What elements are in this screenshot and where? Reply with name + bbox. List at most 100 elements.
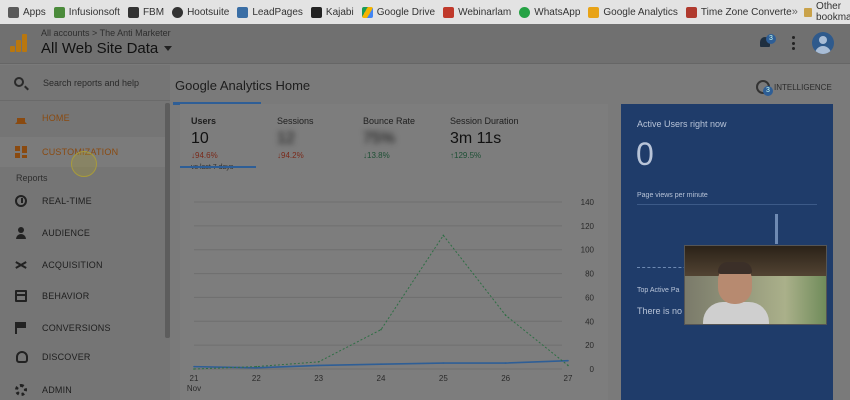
sidebar-item-real-time[interactable]: REAL-TIME xyxy=(0,186,165,216)
data-point[interactable] xyxy=(380,363,382,366)
metric-users[interactable]: Users 10 ↓94.6% vs last 7 days xyxy=(191,116,233,171)
x-tick-label: 24 xyxy=(377,374,386,383)
metric-delta: ↓94.2% xyxy=(277,151,304,160)
data-point[interactable] xyxy=(193,368,195,370)
x-tick-sublabel: Nov xyxy=(187,384,201,393)
bookmarks-bar: Apps Infusionsoft FBM Hootsuite LeadPage… xyxy=(0,0,850,24)
bookmark-kajabi[interactable]: Kajabi xyxy=(310,6,354,18)
intelligence-badge: 3 xyxy=(763,86,773,96)
bookmark-fbm[interactable]: FBM xyxy=(127,6,164,18)
x-tick-label: 26 xyxy=(501,374,510,383)
bookmark-google-drive[interactable]: Google Drive xyxy=(361,6,435,18)
metric-delta-value: 129.5% xyxy=(454,151,482,160)
time-zone-icon xyxy=(685,6,697,18)
series-line-1[interactable] xyxy=(193,234,569,370)
sidebar-item-audience[interactable]: AUDIENCE xyxy=(0,218,165,248)
sidebar-item-label: REAL-TIME xyxy=(42,196,92,206)
other-bookmarks[interactable]: Other bookmarks xyxy=(803,1,850,23)
bookmark-webinarjam[interactable]: Webinarlam xyxy=(443,6,511,18)
y-tick-label: 20 xyxy=(585,341,594,350)
search-input[interactable]: Search reports and help xyxy=(43,78,139,88)
kajabi-icon xyxy=(310,6,322,18)
avatar[interactable] xyxy=(812,32,834,54)
sidebar-item-behavior[interactable]: BEHAVIOR xyxy=(0,281,165,311)
metric-bounce-rate[interactable]: Bounce Rate 75% ↓13.8% xyxy=(363,116,415,160)
caret-down-icon xyxy=(164,46,173,51)
page-views-axis xyxy=(637,204,817,205)
home-icon xyxy=(15,112,27,124)
analytics-logo-icon[interactable] xyxy=(10,34,28,52)
gear-icon xyxy=(15,384,27,396)
data-point[interactable] xyxy=(317,364,320,367)
x-tick-label: 27 xyxy=(564,374,573,383)
y-tick-label: 100 xyxy=(581,246,595,255)
data-point[interactable] xyxy=(193,365,195,368)
metric-value: 3m 11s xyxy=(450,130,502,147)
folder-icon xyxy=(803,7,813,17)
bookmark-whatsapp[interactable]: WhatsApp xyxy=(519,6,580,18)
metric-delta: ↓94.6% xyxy=(191,151,218,160)
metric-label: Users xyxy=(191,116,217,126)
sidebar-item-discover[interactable]: DISCOVER xyxy=(0,342,165,372)
metric-label: Sessions xyxy=(277,116,314,126)
bookmark-hootsuite[interactable]: Hootsuite xyxy=(172,6,229,18)
hootsuite-owl-icon xyxy=(172,6,184,18)
reports-heading: Reports xyxy=(16,173,48,183)
app-header: All accounts > The Anti Marketer All Web… xyxy=(0,24,850,64)
lightbulb-icon xyxy=(16,351,28,363)
overview-card: Users 10 ↓94.6% vs last 7 days Sessions … xyxy=(180,104,608,400)
webcam-person-hair xyxy=(718,262,752,274)
data-point[interactable] xyxy=(567,359,569,362)
sidebar-item-label: BEHAVIOR xyxy=(42,291,90,301)
bookmark-apps[interactable]: Apps xyxy=(8,6,46,18)
no-active-data-text: There is no xyxy=(637,306,683,316)
data-point[interactable] xyxy=(317,361,320,363)
infusionsoft-icon xyxy=(53,6,65,18)
metric-value: 75% xyxy=(363,130,396,147)
webcam-overlay xyxy=(684,245,827,325)
data-point[interactable] xyxy=(442,362,445,364)
intelligence-button[interactable]: 3 INTELLIGENCE xyxy=(756,80,832,96)
bookmark-leadpages[interactable]: LeadPages xyxy=(237,6,303,18)
sidebar-item-admin[interactable]: ADMIN xyxy=(0,375,165,400)
x-tick-label: 21 xyxy=(190,374,199,383)
metric-sessions[interactable]: Sessions 12 ↓94.2% xyxy=(277,116,314,160)
sidebar-item-home[interactable]: HOME xyxy=(0,103,165,133)
notifications-button[interactable]: 3 xyxy=(758,34,776,50)
active-users-title[interactable]: Active Users right now xyxy=(637,119,727,129)
sidebar: Search reports and help HOME CUSTOMIZATI… xyxy=(0,65,170,400)
property-name: All Web Site Data xyxy=(41,40,159,57)
data-point[interactable] xyxy=(504,362,507,364)
bookmarks-overflow-button[interactable]: » xyxy=(792,6,798,18)
y-tick-label: 140 xyxy=(581,198,595,207)
data-point[interactable] xyxy=(380,328,382,331)
property-selector[interactable]: All Web Site Data xyxy=(41,40,173,57)
sidebar-item-conversions[interactable]: CONVERSIONS xyxy=(0,313,165,343)
bookmark-time-zone[interactable]: Time Zone Converte xyxy=(685,6,792,18)
breadcrumb[interactable]: All accounts > The Anti Marketer xyxy=(41,28,171,38)
data-point[interactable] xyxy=(567,364,569,367)
more-options-icon[interactable] xyxy=(790,36,796,50)
search-reports[interactable]: Search reports and help xyxy=(0,65,170,101)
metric-delta-value: 94.6% xyxy=(195,151,218,160)
sidebar-item-acquisition[interactable]: ACQUISITION xyxy=(0,250,165,280)
metric-delta: ↑129.5% xyxy=(450,151,482,160)
bookmark-google-analytics[interactable]: Google Analytics xyxy=(588,6,678,18)
metric-label: Session Duration xyxy=(450,116,519,126)
sidebar-item-label: HOME xyxy=(42,113,70,123)
intelligence-label: INTELLIGENCE xyxy=(774,82,832,92)
notification-badge: 3 xyxy=(766,34,776,44)
apps-grid-icon xyxy=(8,6,19,18)
whatsapp-icon xyxy=(519,6,531,18)
clock-icon xyxy=(15,195,27,207)
data-point[interactable] xyxy=(255,365,258,368)
y-tick-label: 0 xyxy=(590,365,595,374)
x-tick-label: 25 xyxy=(439,374,448,383)
bookmark-infusionsoft[interactable]: Infusionsoft xyxy=(53,6,120,18)
data-point[interactable] xyxy=(504,314,507,317)
users-line-chart[interactable]: 0 20 40 60 80 100 120 140 21Nov 22 23 24 25 26 27 xyxy=(180,194,608,400)
data-point[interactable] xyxy=(442,234,445,237)
metric-session-duration[interactable]: Session Duration 3m 11s ↑129.5% xyxy=(450,116,519,160)
metric-delta-value: 94.2% xyxy=(281,151,304,160)
sidebar-scrollbar[interactable] xyxy=(165,103,170,338)
